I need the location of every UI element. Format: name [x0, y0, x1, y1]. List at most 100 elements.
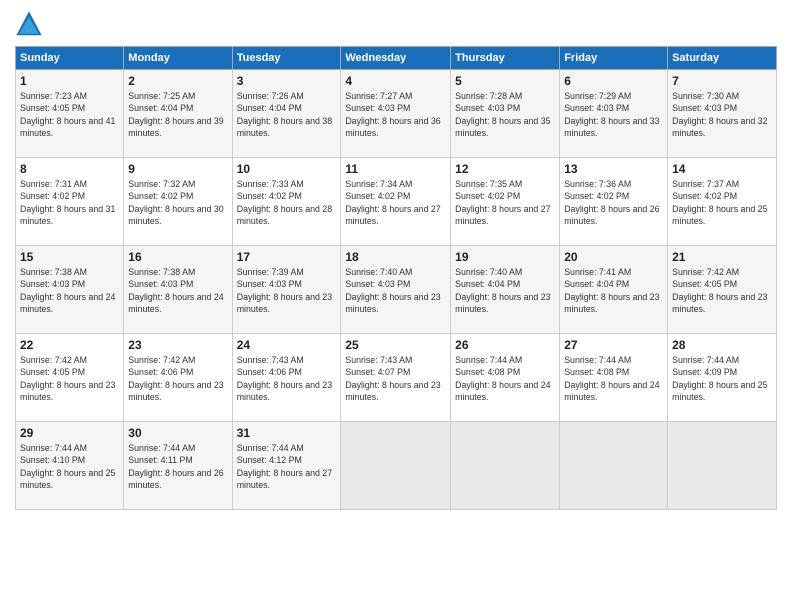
- calendar-day-cell: [341, 422, 451, 510]
- calendar-day-cell: 15 Sunrise: 7:38 AM Sunset: 4:03 PM Dayl…: [16, 246, 124, 334]
- calendar-day-cell: 24 Sunrise: 7:43 AM Sunset: 4:06 PM Dayl…: [232, 334, 341, 422]
- day-number: 19: [455, 250, 555, 264]
- calendar-day-cell: 18 Sunrise: 7:40 AM Sunset: 4:03 PM Dayl…: [341, 246, 451, 334]
- day-number: 26: [455, 338, 555, 352]
- calendar-day-cell: 22 Sunrise: 7:42 AM Sunset: 4:05 PM Dayl…: [16, 334, 124, 422]
- day-info: Sunrise: 7:34 AM Sunset: 4:02 PM Dayligh…: [345, 178, 446, 227]
- weekday-header: Monday: [124, 47, 232, 70]
- day-number: 2: [128, 74, 227, 88]
- calendar-week-row: 29 Sunrise: 7:44 AM Sunset: 4:10 PM Dayl…: [16, 422, 777, 510]
- calendar-day-cell: 1 Sunrise: 7:23 AM Sunset: 4:05 PM Dayli…: [16, 70, 124, 158]
- day-number: 10: [237, 162, 337, 176]
- day-number: 16: [128, 250, 227, 264]
- calendar-day-cell: 11 Sunrise: 7:34 AM Sunset: 4:02 PM Dayl…: [341, 158, 451, 246]
- calendar-day-cell: 13 Sunrise: 7:36 AM Sunset: 4:02 PM Dayl…: [560, 158, 668, 246]
- weekday-header: Wednesday: [341, 47, 451, 70]
- calendar-day-cell: [560, 422, 668, 510]
- calendar-day-cell: 4 Sunrise: 7:27 AM Sunset: 4:03 PM Dayli…: [341, 70, 451, 158]
- day-info: Sunrise: 7:43 AM Sunset: 4:07 PM Dayligh…: [345, 354, 446, 403]
- day-number: 22: [20, 338, 119, 352]
- calendar-day-cell: 21 Sunrise: 7:42 AM Sunset: 4:05 PM Dayl…: [668, 246, 777, 334]
- day-info: Sunrise: 7:44 AM Sunset: 4:09 PM Dayligh…: [672, 354, 772, 403]
- day-number: 11: [345, 162, 446, 176]
- day-info: Sunrise: 7:44 AM Sunset: 4:08 PM Dayligh…: [455, 354, 555, 403]
- calendar-day-cell: 16 Sunrise: 7:38 AM Sunset: 4:03 PM Dayl…: [124, 246, 232, 334]
- calendar-day-cell: 17 Sunrise: 7:39 AM Sunset: 4:03 PM Dayl…: [232, 246, 341, 334]
- calendar-day-cell: 14 Sunrise: 7:37 AM Sunset: 4:02 PM Dayl…: [668, 158, 777, 246]
- calendar-week-row: 1 Sunrise: 7:23 AM Sunset: 4:05 PM Dayli…: [16, 70, 777, 158]
- day-info: Sunrise: 7:35 AM Sunset: 4:02 PM Dayligh…: [455, 178, 555, 227]
- day-info: Sunrise: 7:23 AM Sunset: 4:05 PM Dayligh…: [20, 90, 119, 139]
- day-info: Sunrise: 7:38 AM Sunset: 4:03 PM Dayligh…: [128, 266, 227, 315]
- day-info: Sunrise: 7:27 AM Sunset: 4:03 PM Dayligh…: [345, 90, 446, 139]
- day-number: 7: [672, 74, 772, 88]
- day-number: 31: [237, 426, 337, 440]
- day-number: 6: [564, 74, 663, 88]
- day-number: 4: [345, 74, 446, 88]
- day-info: Sunrise: 7:31 AM Sunset: 4:02 PM Dayligh…: [20, 178, 119, 227]
- day-number: 23: [128, 338, 227, 352]
- day-info: Sunrise: 7:26 AM Sunset: 4:04 PM Dayligh…: [237, 90, 337, 139]
- calendar-table: SundayMondayTuesdayWednesdayThursdayFrid…: [15, 46, 777, 510]
- day-number: 12: [455, 162, 555, 176]
- calendar-day-cell: 19 Sunrise: 7:40 AM Sunset: 4:04 PM Dayl…: [451, 246, 560, 334]
- day-info: Sunrise: 7:33 AM Sunset: 4:02 PM Dayligh…: [237, 178, 337, 227]
- calendar-week-row: 15 Sunrise: 7:38 AM Sunset: 4:03 PM Dayl…: [16, 246, 777, 334]
- calendar-day-cell: 8 Sunrise: 7:31 AM Sunset: 4:02 PM Dayli…: [16, 158, 124, 246]
- day-info: Sunrise: 7:38 AM Sunset: 4:03 PM Dayligh…: [20, 266, 119, 315]
- day-info: Sunrise: 7:40 AM Sunset: 4:03 PM Dayligh…: [345, 266, 446, 315]
- day-info: Sunrise: 7:42 AM Sunset: 4:05 PM Dayligh…: [672, 266, 772, 315]
- day-number: 17: [237, 250, 337, 264]
- calendar-day-cell: [451, 422, 560, 510]
- day-info: Sunrise: 7:37 AM Sunset: 4:02 PM Dayligh…: [672, 178, 772, 227]
- day-info: Sunrise: 7:44 AM Sunset: 4:11 PM Dayligh…: [128, 442, 227, 491]
- day-number: 29: [20, 426, 119, 440]
- calendar-day-cell: 5 Sunrise: 7:28 AM Sunset: 4:03 PM Dayli…: [451, 70, 560, 158]
- day-number: 8: [20, 162, 119, 176]
- day-number: 18: [345, 250, 446, 264]
- day-number: 27: [564, 338, 663, 352]
- calendar-day-cell: 29 Sunrise: 7:44 AM Sunset: 4:10 PM Dayl…: [16, 422, 124, 510]
- calendar-day-cell: 9 Sunrise: 7:32 AM Sunset: 4:02 PM Dayli…: [124, 158, 232, 246]
- day-number: 5: [455, 74, 555, 88]
- day-info: Sunrise: 7:29 AM Sunset: 4:03 PM Dayligh…: [564, 90, 663, 139]
- day-number: 25: [345, 338, 446, 352]
- header: [15, 10, 777, 38]
- day-info: Sunrise: 7:36 AM Sunset: 4:02 PM Dayligh…: [564, 178, 663, 227]
- calendar-day-cell: 12 Sunrise: 7:35 AM Sunset: 4:02 PM Dayl…: [451, 158, 560, 246]
- day-info: Sunrise: 7:44 AM Sunset: 4:10 PM Dayligh…: [20, 442, 119, 491]
- calendar-header-row: SundayMondayTuesdayWednesdayThursdayFrid…: [16, 47, 777, 70]
- day-info: Sunrise: 7:30 AM Sunset: 4:03 PM Dayligh…: [672, 90, 772, 139]
- day-number: 14: [672, 162, 772, 176]
- day-info: Sunrise: 7:43 AM Sunset: 4:06 PM Dayligh…: [237, 354, 337, 403]
- day-number: 20: [564, 250, 663, 264]
- calendar-day-cell: 23 Sunrise: 7:42 AM Sunset: 4:06 PM Dayl…: [124, 334, 232, 422]
- day-info: Sunrise: 7:39 AM Sunset: 4:03 PM Dayligh…: [237, 266, 337, 315]
- day-info: Sunrise: 7:41 AM Sunset: 4:04 PM Dayligh…: [564, 266, 663, 315]
- calendar-day-cell: 28 Sunrise: 7:44 AM Sunset: 4:09 PM Dayl…: [668, 334, 777, 422]
- logo-icon: [15, 10, 43, 38]
- day-number: 1: [20, 74, 119, 88]
- day-number: 21: [672, 250, 772, 264]
- calendar-day-cell: 7 Sunrise: 7:30 AM Sunset: 4:03 PM Dayli…: [668, 70, 777, 158]
- day-number: 3: [237, 74, 337, 88]
- calendar-day-cell: 2 Sunrise: 7:25 AM Sunset: 4:04 PM Dayli…: [124, 70, 232, 158]
- day-info: Sunrise: 7:40 AM Sunset: 4:04 PM Dayligh…: [455, 266, 555, 315]
- calendar-day-cell: 10 Sunrise: 7:33 AM Sunset: 4:02 PM Dayl…: [232, 158, 341, 246]
- day-number: 9: [128, 162, 227, 176]
- weekday-header: Thursday: [451, 47, 560, 70]
- weekday-header: Friday: [560, 47, 668, 70]
- day-info: Sunrise: 7:42 AM Sunset: 4:06 PM Dayligh…: [128, 354, 227, 403]
- calendar-week-row: 22 Sunrise: 7:42 AM Sunset: 4:05 PM Dayl…: [16, 334, 777, 422]
- day-info: Sunrise: 7:42 AM Sunset: 4:05 PM Dayligh…: [20, 354, 119, 403]
- calendar-day-cell: [668, 422, 777, 510]
- calendar-day-cell: 25 Sunrise: 7:43 AM Sunset: 4:07 PM Dayl…: [341, 334, 451, 422]
- day-number: 15: [20, 250, 119, 264]
- calendar-day-cell: 26 Sunrise: 7:44 AM Sunset: 4:08 PM Dayl…: [451, 334, 560, 422]
- day-number: 13: [564, 162, 663, 176]
- day-number: 30: [128, 426, 227, 440]
- weekday-header: Saturday: [668, 47, 777, 70]
- weekday-header: Tuesday: [232, 47, 341, 70]
- day-number: 28: [672, 338, 772, 352]
- day-info: Sunrise: 7:44 AM Sunset: 4:08 PM Dayligh…: [564, 354, 663, 403]
